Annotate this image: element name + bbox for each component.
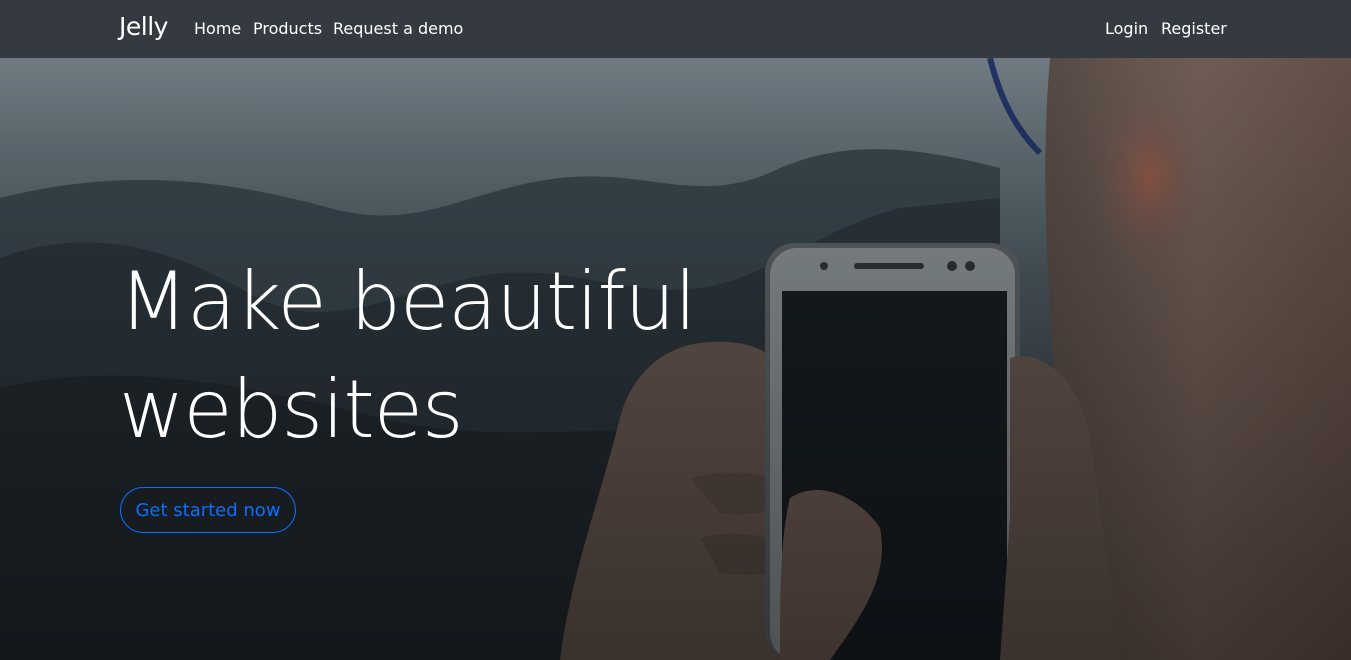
hero-headline-line2: websites [119, 363, 464, 456]
nav-link-register[interactable]: Register [1161, 19, 1227, 38]
top-navbar: Jelly Home Products Request a demo Login… [0, 0, 1351, 58]
nav-link-home[interactable]: Home [194, 19, 241, 38]
hero-section: Make beautiful websites Get started now [0, 58, 1351, 660]
brand-logo[interactable]: Jelly [119, 12, 168, 41]
nav-link-request-demo[interactable]: Request a demo [333, 19, 463, 38]
hero-headline-line1: Make beautiful [119, 255, 697, 348]
hero-headline: Make beautiful websites [119, 248, 819, 464]
get-started-button[interactable]: Get started now [120, 487, 296, 533]
nav-link-products[interactable]: Products [253, 19, 322, 38]
nav-link-login[interactable]: Login [1105, 19, 1148, 38]
